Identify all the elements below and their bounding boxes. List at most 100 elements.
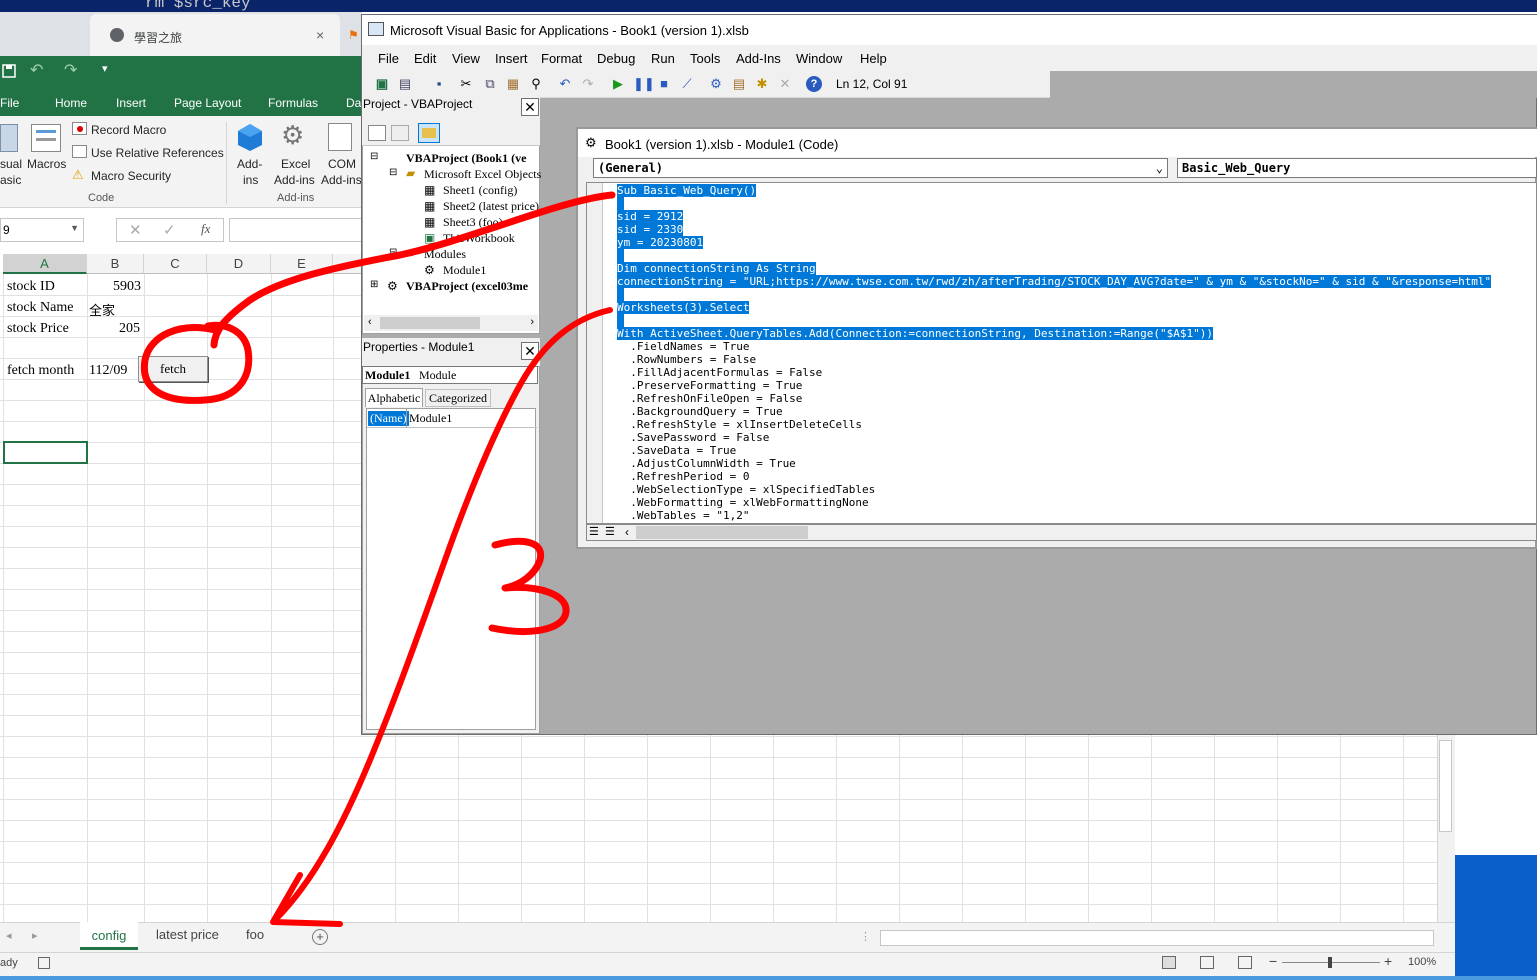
visual-basic-icon[interactable] xyxy=(0,124,18,152)
cell-a2[interactable]: stock Name xyxy=(7,300,73,316)
cell-a5[interactable]: fetch month xyxy=(7,363,74,379)
procedure-view-icon[interactable]: ☰ xyxy=(589,525,599,538)
name-box[interactable]: 9 ▼ xyxy=(0,218,84,242)
paste-icon[interactable]: ▦ xyxy=(505,76,521,92)
break-icon[interactable]: ❚❚ xyxy=(633,76,655,92)
code-line[interactable]: .WebTables = "1,2" xyxy=(617,509,749,522)
enter-icon[interactable]: ✓ xyxy=(163,221,176,239)
record-macro-button[interactable]: Record Macro xyxy=(91,123,166,137)
menu-tools[interactable]: Tools xyxy=(690,51,720,66)
macro-record-status-icon[interactable] xyxy=(38,957,50,969)
toggle-folders-icon[interactable] xyxy=(418,123,440,143)
menu-run[interactable]: Run xyxy=(651,51,675,66)
tab-page-layout[interactable]: Page Layout xyxy=(174,96,241,110)
macros-icon[interactable] xyxy=(31,124,61,152)
tree-module1[interactable]: Module1 xyxy=(443,263,486,278)
code-line[interactable]: .RowNumbers = False xyxy=(617,353,756,366)
close-icon[interactable]: × xyxy=(316,27,324,43)
properties-window-icon[interactable]: ▤ xyxy=(731,76,747,92)
save-icon[interactable] xyxy=(2,64,16,78)
close-icon[interactable]: ✕ xyxy=(521,342,539,360)
code-line[interactable]: Dim connectionString As String xyxy=(617,262,816,275)
tab-formulas[interactable]: Formulas xyxy=(268,96,318,110)
code-line[interactable]: Worksheets(3).Select xyxy=(617,301,750,314)
sheet-tab-config[interactable]: config xyxy=(80,922,138,950)
page-layout-view-icon[interactable] xyxy=(1200,956,1214,969)
cell-b3[interactable]: 205 xyxy=(119,321,140,337)
formula-input[interactable] xyxy=(229,218,362,242)
scroll-right-icon[interactable]: › xyxy=(530,316,534,328)
property-name[interactable]: (Name) xyxy=(368,411,409,426)
horizontal-scrollbar[interactable] xyxy=(880,930,1434,946)
zoom-slider-thumb[interactable] xyxy=(1328,957,1332,968)
fetch-button[interactable]: fetch xyxy=(138,356,208,382)
menu-file[interactable]: File xyxy=(378,51,399,66)
menu-format[interactable]: Format xyxy=(541,51,582,66)
add-ins-icon[interactable] xyxy=(236,122,264,152)
menu-add-ins[interactable]: Add-Ins xyxy=(736,51,781,66)
code-line[interactable]: .SavePassword = False xyxy=(617,431,769,444)
help-icon[interactable]: ? xyxy=(806,76,822,92)
column-header-b[interactable]: B xyxy=(87,254,144,274)
customize-qat-icon[interactable]: ▾ xyxy=(102,62,108,75)
code-line[interactable]: connectionString = "URL;https://www.twse… xyxy=(617,275,1492,288)
tab-insert[interactable]: Insert xyxy=(116,96,146,110)
sheet-tab-latest-price[interactable]: latest price xyxy=(156,927,219,942)
code-line[interactable] xyxy=(617,197,624,210)
collapse-icon[interactable]: ⊟ xyxy=(370,151,378,162)
code-line[interactable]: sid = 2912 xyxy=(617,210,684,223)
cancel-icon[interactable]: ✕ xyxy=(129,221,142,239)
code-line[interactable]: Sub Basic_Web_Query() xyxy=(617,184,757,197)
tree-vbaproject-book1[interactable]: VBAProject (Book1 (ve xyxy=(406,151,526,166)
scroll-right-icon[interactable]: ▸ xyxy=(32,929,38,942)
property-value[interactable]: Module1 xyxy=(409,411,452,426)
com-add-ins-icon[interactable] xyxy=(328,123,352,151)
cell-b5[interactable]: 112/09 xyxy=(89,363,127,379)
tree-excel-objects[interactable]: Microsoft Excel Objects xyxy=(424,167,541,182)
menu-insert[interactable]: Insert xyxy=(495,51,528,66)
vertical-scrollbar-thumb[interactable] xyxy=(1439,740,1452,832)
cut-icon[interactable]: ✂ xyxy=(458,76,474,92)
tab-data[interactable]: Da xyxy=(346,96,361,110)
tree-thisworkbook[interactable]: ThisWorkbook xyxy=(443,231,515,246)
close-icon[interactable]: ✕ xyxy=(521,98,539,116)
page-break-view-icon[interactable] xyxy=(1238,956,1252,969)
menu-help[interactable]: Help xyxy=(860,51,887,66)
browser-tab[interactable] xyxy=(90,14,340,56)
collapse-icon[interactable]: ⊟ xyxy=(389,167,397,178)
menu-debug[interactable]: Debug xyxy=(597,51,635,66)
selected-cell[interactable] xyxy=(3,441,88,464)
expand-icon[interactable]: ⊞ xyxy=(370,279,378,290)
menu-edit[interactable]: Edit xyxy=(414,51,436,66)
undo-icon[interactable]: ↶ xyxy=(557,76,573,92)
tab-split-handle[interactable]: ⋮ xyxy=(860,930,871,943)
menu-window[interactable]: Window xyxy=(796,51,842,66)
code-line[interactable]: .BackgroundQuery = True xyxy=(617,405,782,418)
code-line[interactable]: .PreserveFormatting = True xyxy=(617,379,802,392)
code-line[interactable]: With ActiveSheet.QueryTables.Add(Connect… xyxy=(617,327,1214,340)
view-excel-icon[interactable]: ▣ xyxy=(374,76,390,92)
view-code-icon[interactable] xyxy=(368,125,386,141)
tree-sheet3[interactable]: Sheet3 (foo) xyxy=(443,215,503,230)
column-header-c[interactable]: C xyxy=(144,254,207,274)
code-line[interactable] xyxy=(617,314,624,327)
gear-icon[interactable]: ⚙ xyxy=(281,120,304,151)
object-browser-icon[interactable]: ✱ xyxy=(754,76,770,92)
tree-vbaproject-excel03[interactable]: VBAProject (excel03me xyxy=(406,279,528,294)
code-line[interactable]: .WebFormatting = xlWebFormattingNone xyxy=(617,496,868,509)
zoom-level[interactable]: 100% xyxy=(1408,956,1436,968)
tab-categorized[interactable]: Categorized xyxy=(425,389,491,407)
toolbox-icon[interactable]: ✕ xyxy=(777,76,793,92)
menu-view[interactable]: View xyxy=(452,51,480,66)
tree-sheet1[interactable]: Sheet1 (config) xyxy=(443,183,517,198)
code-line[interactable]: .RefreshOnFileOpen = False xyxy=(617,392,802,405)
properties-object-combo[interactable]: Module1 Module xyxy=(362,366,538,384)
undo-icon[interactable]: ↶ xyxy=(30,60,43,80)
insert-userform-icon[interactable]: ▤ xyxy=(397,76,413,92)
zoom-in-icon[interactable]: + xyxy=(1384,953,1392,969)
redo-icon[interactable]: ↷ xyxy=(64,60,77,80)
project-hscroll[interactable]: ‹ › xyxy=(364,315,538,331)
view-object-icon[interactable] xyxy=(391,125,409,141)
scroll-thumb[interactable] xyxy=(380,317,480,329)
redo-icon[interactable]: ↷ xyxy=(580,76,596,92)
